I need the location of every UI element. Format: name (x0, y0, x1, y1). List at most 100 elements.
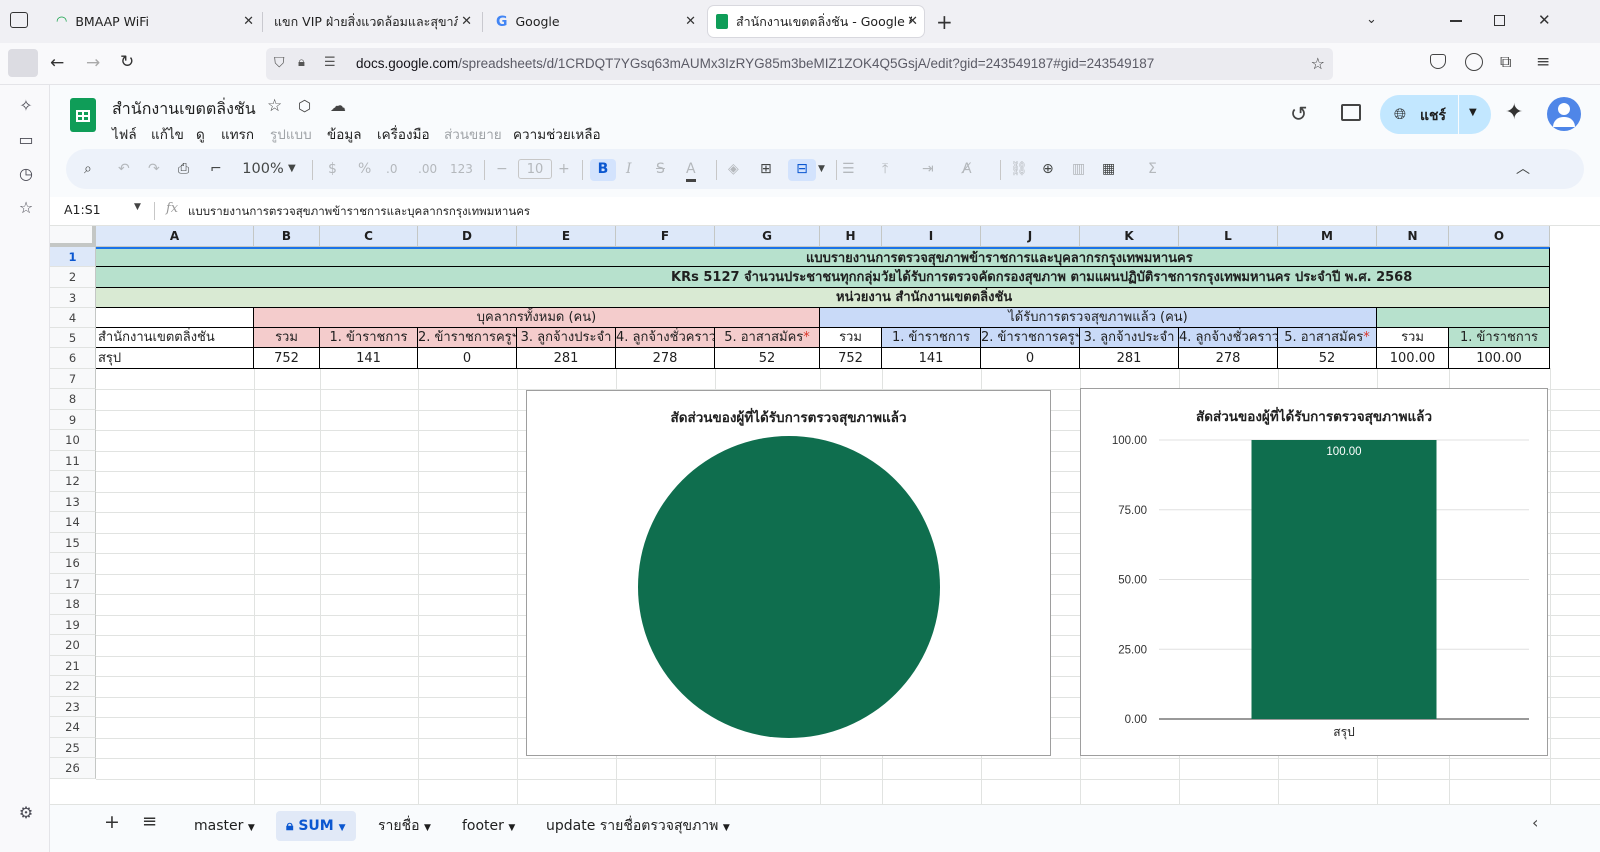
insert-comment-icon[interactable]: ⊕ (1042, 159, 1054, 179)
back-icon[interactable]: ← (50, 53, 64, 73)
title-cell[interactable]: แบบรายงานการตรวจสุขภาพข้าราชการและบุคลาก… (96, 247, 1550, 267)
column-header-D[interactable]: D (418, 226, 517, 247)
close-icon[interactable]: ✕ (907, 14, 918, 29)
data-cell-J[interactable]: 0 (981, 348, 1080, 369)
row-header-5[interactable]: 5 (50, 328, 96, 348)
data-cell-K[interactable]: 281 (1080, 348, 1179, 369)
data-cell-I[interactable]: 141 (882, 348, 981, 369)
header-cell-L[interactable]: 4. ลูกจ้างชั่วคราว (1179, 328, 1278, 348)
row-header-17[interactable]: 17 (50, 574, 96, 594)
chevron-down-icon[interactable]: ▼ (134, 202, 141, 212)
blank-a4[interactable] (96, 308, 254, 328)
browser-tab-vip[interactable]: แขก VIP ฝ่ายสิ่งแวดล้อมและสุขาภิบาล ✕ (266, 6, 478, 37)
column-header-L[interactable]: L (1179, 226, 1278, 247)
ai-chat-icon[interactable]: ✧ (15, 95, 37, 117)
header-cell-B[interactable]: รวม (254, 328, 320, 348)
data-cell-F[interactable]: 278 (616, 348, 715, 369)
data-cell-G[interactable]: 52 (715, 348, 820, 369)
sheet-tab-names[interactable]: รายชื่อ ▼ (368, 811, 441, 841)
align-horizontal-icon[interactable]: ☰ (842, 159, 855, 179)
address-bar[interactable]: ⛉ 🔒︎ ☰ docs.google.com/spreadsheets/d/1C… (266, 48, 1333, 80)
share-button[interactable]: 🌐︎ แชร์ (1380, 95, 1458, 134)
row-header-12[interactable]: 12 (50, 471, 96, 492)
gemini-icon[interactable]: ✦ (1505, 100, 1523, 125)
print-icon[interactable]: ⎙ (178, 159, 189, 179)
column-header-F[interactable]: F (616, 226, 715, 247)
header-cell-J[interactable]: 2. ข้าราชการครูฯ (981, 328, 1080, 348)
group-header-all-staff[interactable]: บุคลากรทั้งหมด (คน) (254, 308, 820, 328)
bar-สรุป[interactable] (1251, 440, 1437, 719)
settings-gear-icon[interactable]: ⚙ (15, 802, 37, 824)
row-header-3[interactable]: 3 (50, 288, 96, 308)
menu-view[interactable]: ดู (196, 123, 205, 145)
close-icon[interactable]: ✕ (685, 14, 696, 29)
data-cell-M[interactable]: 52 (1278, 348, 1377, 369)
move-icon[interactable]: ⬡ (298, 97, 311, 115)
reload-icon[interactable]: ↻ (120, 52, 134, 72)
font-size-increase-icon[interactable]: + (558, 159, 570, 179)
row-header-15[interactable]: 15 (50, 533, 96, 553)
header-cell-O[interactable]: 1. ข้าราชการ (1449, 328, 1550, 348)
sheets-logo[interactable] (70, 98, 96, 132)
create-filter-icon[interactable]: ▦ (1102, 159, 1115, 179)
header-cell-M[interactable]: 5. อาสาสมัคร* (1278, 328, 1377, 348)
fill-color-icon[interactable]: ◈ (728, 159, 739, 179)
currency-format-button[interactable]: $ (328, 159, 337, 179)
header-cell-K[interactable]: 3. ลูกจ้างประจำ (1080, 328, 1179, 348)
more-formats-button[interactable]: 123 (450, 159, 473, 179)
percent-format-button[interactable]: % (358, 159, 371, 179)
column-header-N[interactable]: N (1377, 226, 1449, 247)
data-cell-D[interactable]: 0 (418, 348, 517, 369)
group-header-examined[interactable]: ได้รับการตรวจสุขภาพแล้ว (คน) (820, 308, 1377, 328)
row-header-4[interactable]: 4 (50, 308, 96, 328)
column-header-C[interactable]: C (320, 226, 418, 247)
menu-help[interactable]: ความช่วยเหลือ (513, 123, 601, 145)
column-header-G[interactable]: G (715, 226, 820, 247)
tab-list-icon[interactable] (10, 12, 28, 28)
row-header-23[interactable]: 23 (50, 697, 96, 717)
font-size-decrease-icon[interactable]: − (496, 159, 508, 179)
column-header-I[interactable]: I (882, 226, 981, 247)
forward-icon[interactable]: → (86, 53, 100, 73)
account-icon[interactable] (1465, 53, 1483, 71)
pie-slice-สรุป[interactable] (638, 436, 940, 738)
menu-icon[interactable]: ≡ (1536, 52, 1550, 72)
header-cell-N[interactable]: รวม (1377, 328, 1449, 348)
increase-decimal-button[interactable]: .00 (418, 159, 437, 179)
sheet-tab-master[interactable]: master ▼ (184, 811, 265, 841)
row-header-25[interactable]: 25 (50, 738, 96, 758)
all-sheets-icon[interactable]: ≡ (142, 811, 157, 832)
decrease-decimal-button[interactable]: .0 (386, 159, 397, 179)
sheet-tab-sum[interactable]: 🔒︎ SUM ▼ (276, 811, 356, 841)
site-settings-icon[interactable]: ☰ (324, 55, 336, 70)
name-box[interactable]: A1:S1 (64, 202, 101, 217)
chevron-down-icon[interactable]: ▼ (288, 159, 296, 179)
row-header-2[interactable]: 2 (50, 267, 96, 288)
column-header-K[interactable]: K (1080, 226, 1179, 247)
row-header-6[interactable]: 6 (50, 348, 96, 369)
comments-icon[interactable] (1341, 104, 1361, 121)
bookmark-star-icon[interactable]: ☆ (1311, 54, 1325, 73)
header-cell-F[interactable]: 4. ลูกจ้างชั่วคราว (616, 328, 715, 348)
collapse-toolbar-icon[interactable]: ︿ (1516, 159, 1530, 179)
row-header-19[interactable]: 19 (50, 615, 96, 635)
column-header-H[interactable]: H (820, 226, 882, 247)
restore-icon[interactable] (1494, 15, 1505, 26)
scroll-left-icon[interactable]: ‹ (1532, 813, 1538, 832)
chevron-down-icon[interactable]: ⌄ (1366, 12, 1377, 27)
bold-button[interactable]: B (590, 159, 616, 181)
row-header-11[interactable]: 11 (50, 451, 96, 471)
history-icon[interactable]: ◷ (15, 163, 37, 185)
header-cell-I[interactable]: 1. ข้าราชการ (882, 328, 981, 348)
data-cell-E[interactable]: 281 (517, 348, 616, 369)
paint-format-icon[interactable]: ⌐ (210, 159, 222, 179)
group-header-percent[interactable] (1377, 308, 1550, 328)
url-text[interactable]: docs.google.com/spreadsheets/d/1CRDQT7YG… (356, 56, 1154, 71)
header-cell-G[interactable]: 5. อาสาสมัคร* (715, 328, 820, 348)
strikethrough-icon[interactable]: S (656, 159, 665, 179)
functions-icon[interactable]: Σ (1148, 159, 1157, 179)
browser-tab-sheets[interactable]: สำนักงานเขตตลิ่งชัน - Google ชีต ✕ (708, 6, 924, 37)
spreadsheet-grid[interactable]: ABCDEFGHIJKLMNO 1 2 3 4 5 6 7 8 9 10 11 12 13 14 15 16 1… (50, 226, 1600, 804)
close-window-icon[interactable]: ✕ (1538, 11, 1551, 29)
insert-link-icon[interactable]: ⛓ (1010, 159, 1028, 179)
